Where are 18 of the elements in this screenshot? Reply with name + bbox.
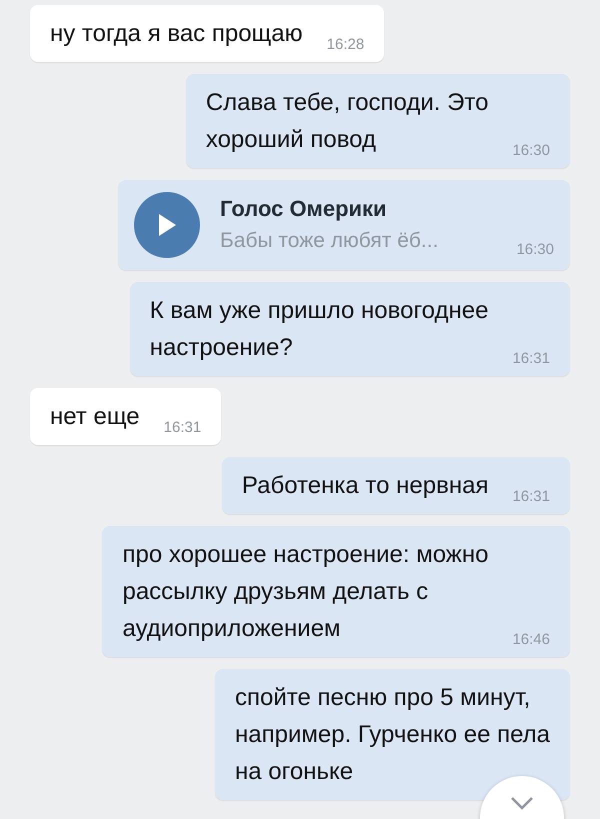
message-time: 16:30: [512, 140, 550, 160]
message-time: 16:28: [326, 34, 364, 54]
audio-title: Голос Омерики: [220, 195, 388, 223]
message-time: 16:31: [512, 486, 550, 506]
audio-artist: Бабы тоже любят ёб...: [220, 228, 438, 254]
message-time: 16:31: [512, 348, 550, 368]
message-text: Работенка то нервная: [242, 471, 488, 501]
message-text: К вам уже пришло новогоднее настроение?: [150, 296, 488, 363]
message-text: ну тогда я вас прощаю: [50, 19, 303, 49]
message-text: про хорошее настроение: можно рассылку друзьям делать с аудиоприложением: [122, 540, 488, 644]
message-text: нет еще: [50, 402, 140, 432]
play-icon: [157, 213, 177, 237]
message-time: 16:30: [516, 240, 554, 260]
message-time: 16:46: [512, 630, 550, 650]
message-text: Слава тебе, господи. Это хороший повод: [206, 88, 488, 155]
chevron-down-icon: [510, 796, 534, 810]
message-text: спойте песню про 5 минут, например. Гурченко ее пела на огоньке: [235, 683, 550, 787]
message-time: 16:31: [164, 418, 202, 438]
